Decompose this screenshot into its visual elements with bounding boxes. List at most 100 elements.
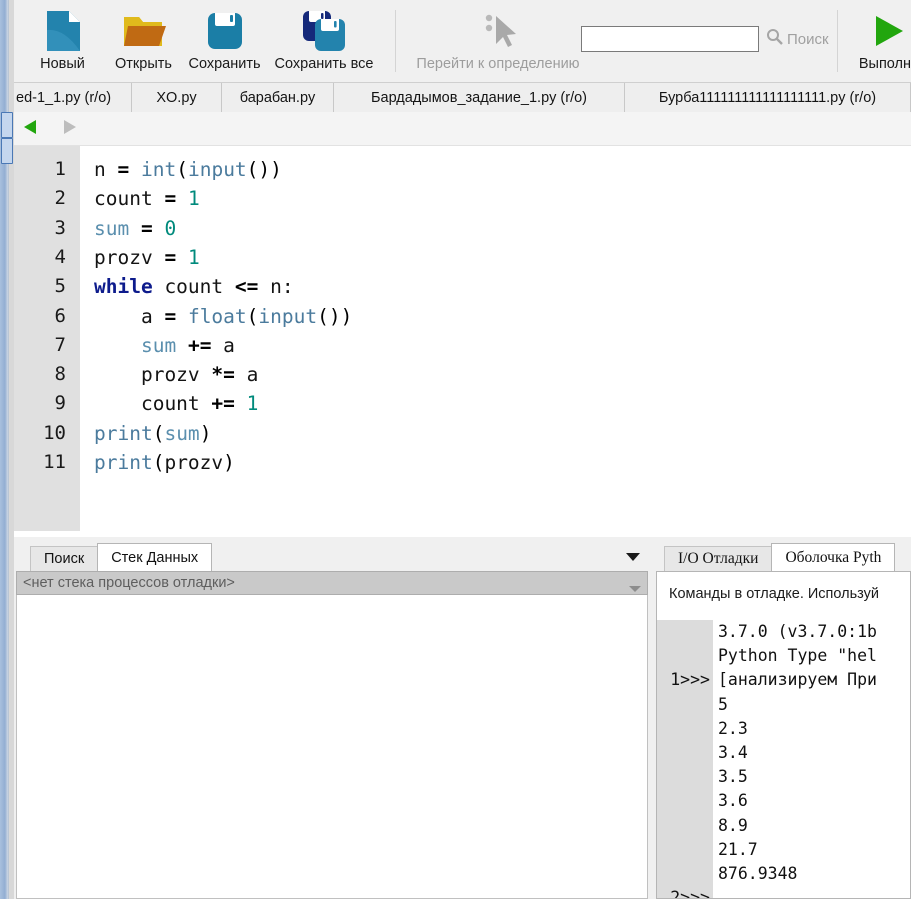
code-line[interactable]: sum = 0 (94, 217, 176, 240)
code-editor[interactable]: 1 2 3 4 5 6 7 8 9 10 11 n = int(input()) count = 1s… (14, 146, 911, 537)
code-token: 1 (246, 392, 259, 416)
code-token: ( (176, 158, 188, 181)
code-token: = (164, 187, 177, 211)
code-token: ()) (317, 304, 353, 328)
code-line[interactable]: a = float(input()) (94, 305, 352, 328)
code-token: sum (140, 333, 177, 357)
code-token: <= (234, 275, 259, 299)
code-token: sum (164, 421, 200, 445)
code-token: 1 (187, 245, 200, 269)
code-token: ) (223, 451, 235, 474)
code-token: 0 (164, 216, 177, 240)
console-prompt-gutter (657, 620, 713, 898)
editor-nav-row (14, 112, 911, 146)
code-line[interactable]: prozv = 1 (94, 246, 200, 269)
code-line[interactable]: sum += a (94, 334, 235, 357)
code-token: float (187, 304, 247, 328)
console-note: Команды в отладке. Используй (669, 586, 879, 602)
code-token: count (94, 187, 165, 211)
goto-definition-button[interactable]: Перейти к определению (406, 4, 590, 80)
code-line[interactable]: print(prozv) (94, 451, 235, 474)
line-number: 6 (54, 304, 66, 327)
code-line[interactable]: while count <= n: (94, 275, 294, 298)
code-token: = (164, 245, 177, 269)
nav-forward-button[interactable] (58, 118, 80, 140)
panel-options-button[interactable] (626, 549, 640, 567)
tab-poisk[interactable]: Поиск (30, 546, 99, 571)
code-line[interactable]: prozv *= a (94, 363, 258, 386)
file-tab-1-label: XO.py (156, 89, 197, 106)
console-prompt: 2>>> (670, 888, 710, 899)
new-file-icon (44, 8, 82, 54)
file-tab-bar: ed-1_1.py (r/o) XO.py барабан.py Бардады… (14, 83, 911, 112)
code-token: count (94, 392, 212, 416)
debug-process-combo-value: <нет стека процессов отладки> (23, 575, 235, 591)
run-play-icon (872, 8, 906, 54)
code-token: sum (94, 216, 130, 240)
open-file-button[interactable]: Открыть (103, 4, 184, 80)
code-token: = (164, 304, 177, 328)
code-token: ( (152, 421, 165, 445)
code-token: = (117, 158, 130, 181)
code-token: print (94, 421, 153, 445)
code-content[interactable]: n = int(input()) count = 1 sum = 0 prozv = … (80, 146, 911, 537)
save-all-button[interactable]: Сохранить все (265, 4, 383, 80)
file-tab-1[interactable]: XO.py (132, 83, 222, 112)
file-tab-0[interactable]: ed-1_1.py (r/o) (14, 83, 132, 112)
bottom-panels: Поиск Стек Данных <нет стека процессов о… (14, 537, 911, 899)
shell-panel-tabs: I/O Отладки Оболочка Pyth (664, 543, 896, 571)
tab-io-otladki[interactable]: I/O Отладки (664, 546, 773, 571)
console-line: [анализируем При (718, 670, 877, 690)
file-tab-2[interactable]: барабан.py (222, 83, 334, 112)
console-line: Python Type "hel (718, 646, 877, 666)
console-line: 3.5 (718, 767, 748, 787)
ide-window: Новый Открыть Сохранить Сохранить все Пе… (0, 0, 911, 899)
code-token: = (140, 216, 153, 240)
console-line: 3.6 (718, 791, 748, 811)
save-file-button[interactable]: Сохранить (184, 4, 265, 80)
edge-handle-bottom[interactable] (1, 138, 13, 164)
code-line[interactable]: print(sum) (94, 422, 211, 445)
python-shell-panel: I/O Отладки Оболочка Pyth Команды в отла… (654, 543, 911, 899)
tab-obolochka-python[interactable]: Оболочка Pyth (771, 543, 896, 571)
code-token: *= (211, 363, 235, 387)
tab-stek-dannyh[interactable]: Стек Данных (97, 543, 213, 571)
python-console[interactable]: Команды в отладке. Используй 3.7.0 (v3.7… (656, 571, 911, 899)
debug-process-combo[interactable]: <нет стека процессов отладки> (16, 571, 648, 595)
line-number: 8 (54, 363, 66, 386)
console-line: 3.7.0 (v3.7.0:1b (718, 622, 877, 641)
code-line[interactable]: count = 1 (94, 187, 200, 210)
save-all-disks-icon (302, 8, 346, 54)
nav-forward-arrow-icon (60, 118, 78, 141)
console-line: 876.9348 (718, 864, 798, 883)
nav-back-button[interactable] (20, 118, 42, 140)
search-area: Поиск (581, 26, 829, 52)
open-folder-icon (122, 8, 166, 54)
code-line[interactable]: n = int(input()) (94, 158, 282, 181)
tab-io-otladki-label: I/O Отладки (678, 550, 759, 567)
file-tab-3[interactable]: Бардадымов_задание_1.py (r/o) (334, 83, 625, 112)
code-token: += (187, 333, 212, 357)
search-input[interactable] (581, 26, 759, 52)
run-button[interactable]: Выполни (854, 4, 911, 80)
save-all-label: Сохранить все (274, 56, 374, 72)
code-token: ()) (246, 158, 282, 181)
debug-stack-list[interactable] (16, 595, 648, 899)
file-tab-4[interactable]: Бурба111111111111111111.py (r/o) (625, 83, 911, 112)
file-tab-4-label: Бурба111111111111111111.py (r/o) (658, 89, 877, 106)
console-prompt: 1>>> (670, 670, 710, 690)
new-file-button[interactable]: Новый (22, 4, 103, 80)
debug-stack-panel: Поиск Стек Данных <нет стека процессов о… (14, 543, 650, 899)
open-file-label: Открыть (115, 56, 172, 72)
debug-panel-tabs: Поиск Стек Данных (30, 543, 213, 571)
code-line[interactable]: count += 1 (94, 392, 258, 415)
search-magnifier-icon (766, 28, 783, 50)
code-token: ( (246, 304, 259, 328)
edge-handle-top[interactable] (1, 112, 13, 138)
code-token: n (94, 158, 118, 181)
search-label: Поиск (787, 30, 829, 48)
